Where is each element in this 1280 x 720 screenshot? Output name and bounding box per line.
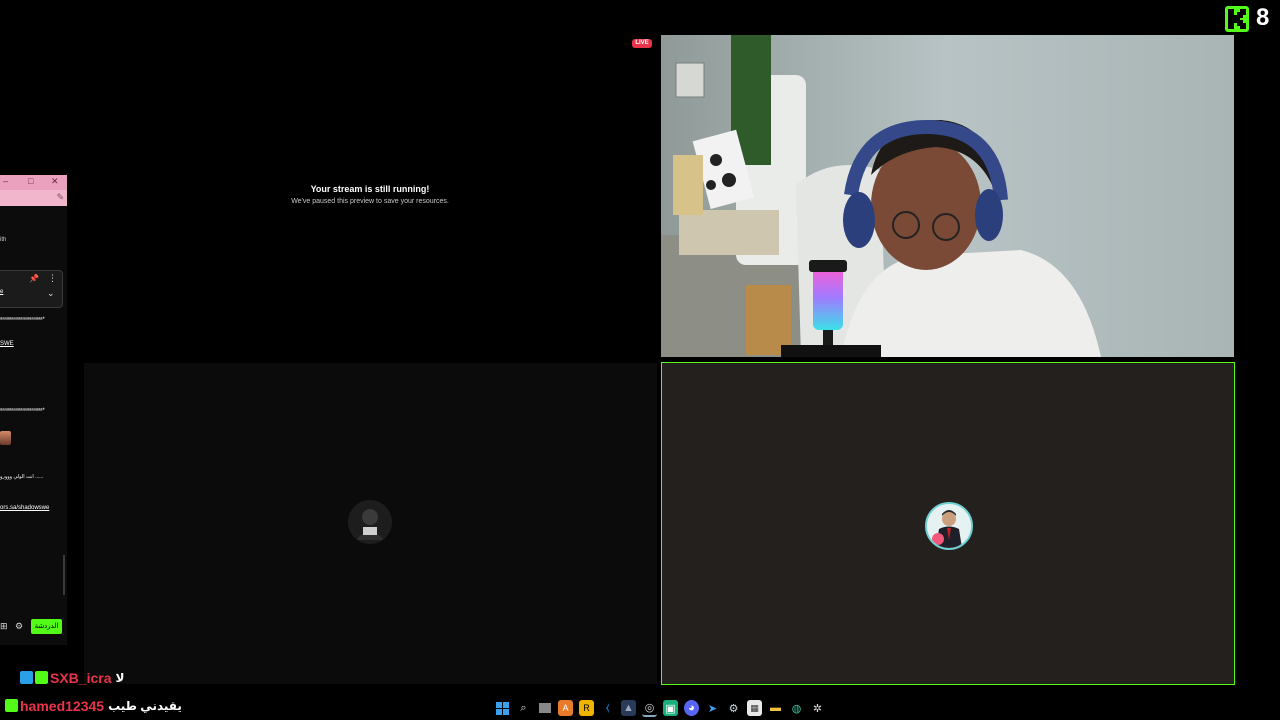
app-yellow-icon[interactable]: R	[579, 700, 594, 716]
app-dark-icon[interactable]: ▲	[621, 700, 636, 716]
edge-icon[interactable]: ◍	[789, 700, 804, 716]
preview-paused-title: Your stream is still running!	[310, 184, 430, 194]
app-orange-icon[interactable]: A	[558, 700, 573, 716]
pin-icon[interactable]: 📌	[29, 274, 39, 283]
participant-avatar	[348, 500, 392, 544]
chat-message: ᵃᵃᵃᵃᵃᵃᵃᵃᵃᵃᵃᵃᵃᵃᵃᵃᵃᵃᵃ*	[0, 317, 45, 323]
emote-picker-icon[interactable]: ⊞	[0, 621, 8, 632]
badge-icon	[5, 699, 18, 713]
overlay-chat-username: SXB_icra	[50, 669, 112, 686]
search-icon[interactable]: ⌕	[516, 700, 531, 716]
discord-icon[interactable]: ◕	[684, 700, 699, 716]
participant-tile[interactable]	[84, 363, 657, 684]
minimize-button[interactable]: –	[3, 176, 8, 186]
participant-avatar	[925, 502, 973, 550]
preview-paused-subtitle: We've paused this preview to save your r…	[291, 198, 449, 205]
chevron-down-icon[interactable]: ⌄	[47, 288, 55, 299]
obs-icon[interactable]: ◎	[642, 699, 657, 717]
chat-scrollbar[interactable]	[63, 555, 65, 595]
calendar-icon[interactable]: ▦	[747, 700, 762, 716]
chat-send-button[interactable]: الدردشة	[31, 619, 62, 634]
chat-window-toolbar: ✎	[0, 190, 67, 206]
kick-logo-icon	[1225, 6, 1249, 32]
chat-emote	[0, 431, 11, 445]
overlay-chat-message: hamed12345 يقيدني طيب	[5, 697, 182, 715]
app-green-icon[interactable]: ▣	[663, 700, 678, 716]
webcam-video	[661, 35, 1234, 357]
chat-window: – □ ✕ ✎ ith 📌 ⋮ e ⌄ ᵃᵃᵃᵃᵃᵃᵃᵃᵃᵃᵃᵃᵃᵃᵃᵃᵃᵃᵃ*…	[0, 175, 67, 645]
badge-icon	[20, 671, 33, 685]
gear-icon[interactable]: ⚙	[15, 621, 23, 632]
task-view-icon[interactable]	[537, 700, 552, 716]
chat-message: ᵃᵃᵃᵃᵃᵃᵃᵃᵃᵃᵃᵃᵃᵃᵃᵃᵃᵃᵃ*	[0, 408, 45, 414]
maximize-button[interactable]: □	[28, 176, 33, 186]
taskbar: ⌕ A R ⧼ ▲ ◎ ▣ ◕ ➤ ⚙ ▦ ▬ ◍ ✲	[495, 699, 825, 717]
overlay-chat-text: يقيدني طيب	[108, 698, 182, 713]
chat-message-link[interactable]: SWE	[0, 341, 14, 347]
pinned-message[interactable]: 📌 ⋮ e ⌄	[0, 270, 63, 308]
vscode-icon[interactable]: ⧼	[600, 700, 615, 716]
live-badge: LIVE	[632, 39, 652, 48]
chat-top-text: ith	[0, 237, 7, 243]
participant-tile-active[interactable]	[661, 362, 1235, 685]
app-blue-icon[interactable]: ➤	[705, 700, 720, 716]
more-icon[interactable]: ⋮	[48, 273, 57, 284]
close-button[interactable]: ✕	[51, 176, 59, 187]
chat-message-link[interactable]: ors.sa/shadowswe	[0, 505, 49, 511]
chat-window-titlebar: – □ ✕	[0, 175, 67, 190]
overlay-chat-message: SXB_icra لا	[20, 669, 125, 686]
settings-icon[interactable]: ✲	[810, 700, 825, 716]
chat-message: انت الولي ووورو ......	[0, 474, 44, 480]
file-explorer-icon[interactable]: ▬	[768, 700, 783, 716]
windows-start-icon[interactable]	[495, 700, 510, 716]
steam-icon[interactable]: ⚙	[726, 700, 741, 716]
pinned-message-text: e	[0, 289, 4, 295]
edit-icon[interactable]: ✎	[56, 192, 64, 203]
overlay-chat-text: لا	[115, 670, 125, 685]
badge-icon	[35, 671, 48, 685]
overlay-chat-username: hamed12345	[20, 697, 105, 714]
viewer-count: 8	[1256, 4, 1270, 31]
